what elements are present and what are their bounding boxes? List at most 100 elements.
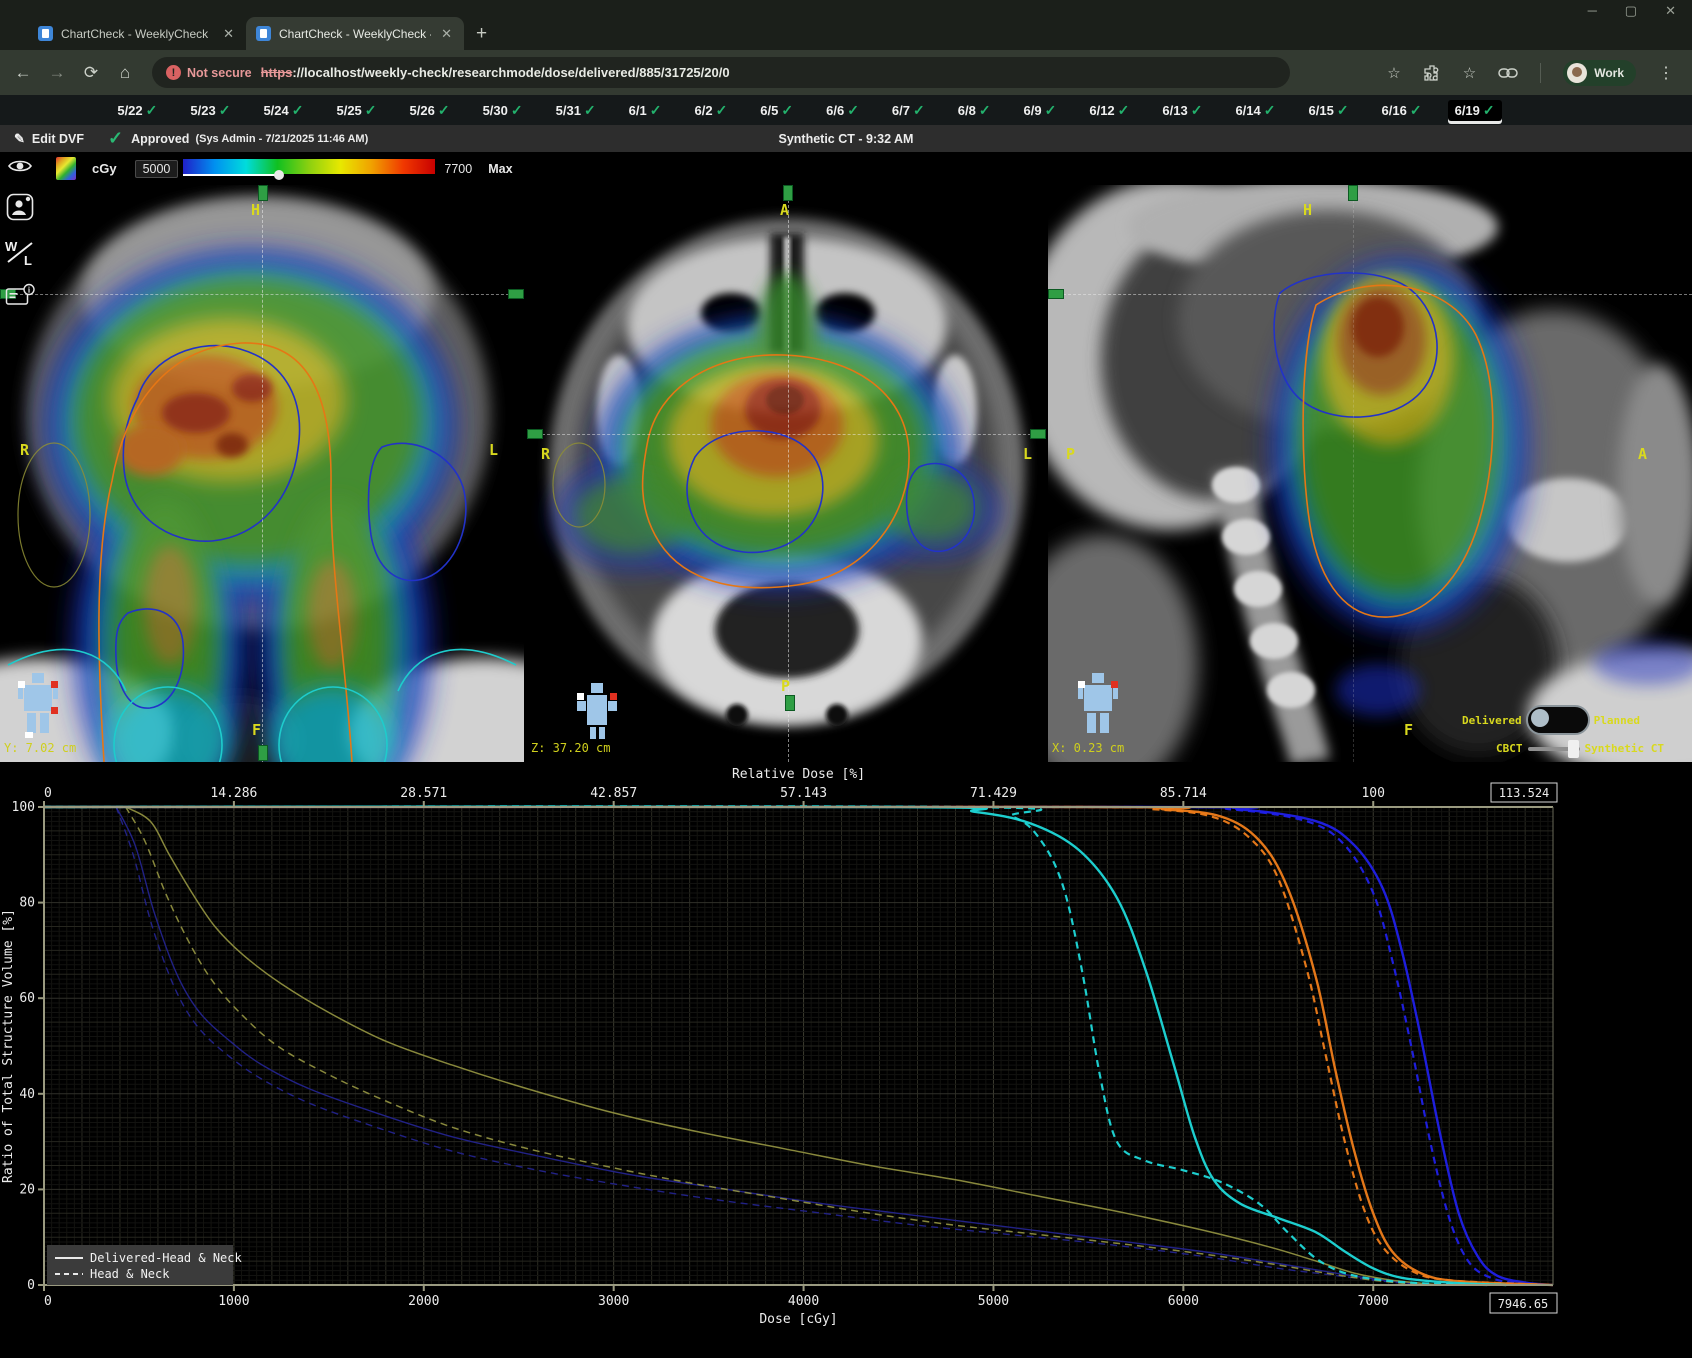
dose-gradient <box>183 159 435 174</box>
orientation-label-top: H <box>251 201 260 219</box>
edit-dvf-button[interactable]: ✎ Edit DVF <box>14 131 84 147</box>
date-tab-6/6[interactable]: 6/6✓ <box>819 100 866 121</box>
date-tab-6/16[interactable]: 6/16✓ <box>1375 100 1429 121</box>
screen: ChartCheck - WeeklyCheck ✕ ChartCheck - … <box>0 0 1692 1358</box>
date-check-icon: ✓ <box>979 102 991 119</box>
url-bar[interactable]: ! Not secure https://localhost/weekly-ch… <box>152 57 1290 88</box>
profile-chip[interactable]: Work <box>1563 60 1636 86</box>
tab-strip: ChartCheck - WeeklyCheck ✕ ChartCheck - … <box>28 17 487 50</box>
date-tab-6/1[interactable]: 6/1✓ <box>622 100 669 121</box>
svg-text:100: 100 <box>12 800 35 815</box>
sagittal-view[interactable]: H P A F X: 0.23 cm Delivered Planned CBC… <box>1048 185 1692 762</box>
slice-coordinate: X: 0.23 cm <box>1052 741 1124 755</box>
date-tab-6/14[interactable]: 6/14✓ <box>1228 100 1282 121</box>
slice-coordinate: Y: 7.02 cm <box>4 741 76 755</box>
date-tab-6/9[interactable]: 6/9✓ <box>1017 100 1064 121</box>
link-icon[interactable] <box>1498 67 1518 79</box>
slice-marker-left[interactable] <box>527 429 543 439</box>
slice-marker-right[interactable] <box>1030 429 1046 439</box>
slice-marker-top[interactable] <box>783 185 793 201</box>
favorites-star-icon[interactable]: ☆ <box>1463 64 1476 82</box>
svg-text:1000: 1000 <box>218 1294 249 1309</box>
date-check-icon: ✓ <box>365 102 377 119</box>
date-tab-6/5[interactable]: 6/5✓ <box>753 100 800 121</box>
close-icon[interactable]: ✕ <box>1665 3 1676 19</box>
extensions-puzzle-icon[interactable] <box>1423 64 1441 82</box>
slice-marker-bottom[interactable] <box>785 695 795 711</box>
date-tab-6/12[interactable]: 6/12✓ <box>1082 100 1136 121</box>
slider-handle[interactable] <box>1568 740 1579 758</box>
date-tab-6/2[interactable]: 6/2✓ <box>687 100 734 121</box>
svg-text:6000: 6000 <box>1168 1294 1199 1309</box>
back-icon[interactable]: ← <box>6 63 40 83</box>
forward-icon[interactable]: → <box>40 63 74 83</box>
coronal-view[interactable]: H R L F Y: 7.02 cm <box>0 185 524 762</box>
display-info-icon[interactable]: i <box>5 283 35 309</box>
kebab-menu-icon[interactable]: ⋮ <box>1658 63 1674 83</box>
date-label: 5/24 <box>263 103 288 118</box>
minimize-icon[interactable]: ─ <box>1588 3 1597 19</box>
tab-close-icon[interactable]: ✕ <box>221 26 236 42</box>
date-tab-5/30[interactable]: 5/30✓ <box>476 100 530 121</box>
approved-check-icon: ✓ <box>108 128 123 149</box>
slice-marker-top[interactable] <box>258 185 268 201</box>
browser-tab-2[interactable]: ChartCheck - WeeklyCheck - Sk ✕ <box>246 17 464 50</box>
dose-slider-knob[interactable] <box>274 170 284 180</box>
slice-marker-right[interactable] <box>508 289 524 299</box>
reload-icon[interactable]: ⟳ <box>74 63 108 83</box>
dose-source-controls: Delivered Planned CBCT Synthetic CT <box>1462 705 1664 755</box>
url-rest: ://localhost/weekly-check/researchmode/d… <box>292 65 729 80</box>
not-secure-badge[interactable]: ! Not secure <box>166 65 252 80</box>
dose-colorbar[interactable] <box>183 159 435 178</box>
svg-text:W: W <box>5 239 18 254</box>
date-tab-5/24[interactable]: 5/24 ✓ <box>256 100 310 121</box>
date-tab-5/31[interactable]: 5/31✓ <box>549 100 603 121</box>
maximize-icon[interactable]: ▢ <box>1625 3 1637 19</box>
date-check-icon: ✓ <box>438 102 450 119</box>
date-label: 6/13 <box>1162 103 1187 118</box>
date-tab-6/8[interactable]: 6/8✓ <box>951 100 998 121</box>
date-tab-6/7[interactable]: 6/7✓ <box>885 100 932 121</box>
date-tab-6/13[interactable]: 6/13✓ <box>1155 100 1209 121</box>
axial-view[interactable]: A R L P Z: 37.20 cm <box>527 185 1046 762</box>
orientation-label-right: A <box>1638 445 1647 463</box>
dose-slider-track <box>183 174 279 176</box>
date-check-icon: ✓ <box>847 102 859 119</box>
orientation-label-right: L <box>1023 445 1032 463</box>
slice-marker-left[interactable] <box>1048 289 1064 299</box>
slice-marker-top[interactable] <box>1348 185 1358 201</box>
visibility-eye-icon[interactable] <box>8 158 32 179</box>
home-icon[interactable]: ⌂ <box>108 63 142 83</box>
delivered-planned-toggle[interactable] <box>1526 705 1590 735</box>
date-label: 5/23 <box>190 103 215 118</box>
date-check-icon: ✓ <box>1337 102 1349 119</box>
date-tab-5/23[interactable]: 5/23✓ <box>183 100 237 121</box>
date-tab-6/15[interactable]: 6/15✓ <box>1302 100 1356 121</box>
window-level-icon[interactable]: W/L W L <box>4 238 36 266</box>
planned-label: Planned <box>1594 714 1640 727</box>
patient-figure-icon <box>18 673 58 739</box>
date-tab-5/25[interactable]: 5/25✓ <box>329 100 383 121</box>
orientation-label-left: R <box>541 445 550 463</box>
dvh-chart[interactable]: 014.28628.57142.85757.14371.42985.714100… <box>0 762 1692 1358</box>
cbct-synthetic-slider[interactable] <box>1528 747 1580 751</box>
browser-tab-1[interactable]: ChartCheck - WeeklyCheck ✕ <box>28 17 246 50</box>
orientation-label-bottom: F <box>252 721 261 739</box>
chartcheck-favicon-icon <box>38 26 53 41</box>
date-tab-5/22[interactable]: 5/22✓ <box>110 100 164 121</box>
date-tab-6/19[interactable]: 6/19✓ <box>1448 100 1502 121</box>
svg-text:4000: 4000 <box>788 1294 819 1309</box>
dose-min-input[interactable]: 5000 <box>135 160 179 178</box>
approve-row: Synthetic CT - 9:32 AM ✎ Edit DVF ✓ Appr… <box>0 125 1692 152</box>
patient-orientation-icon[interactable] <box>6 193 34 221</box>
toolbar-right: ☆ ☆ Work ⋮ <box>1387 60 1674 86</box>
svg-text:Dose [cGy]: Dose [cGy] <box>759 1312 837 1327</box>
slice-marker-bottom[interactable] <box>258 745 268 761</box>
bookmark-star-icon[interactable]: ☆ <box>1387 64 1400 82</box>
color-palette-icon[interactable] <box>56 157 76 180</box>
avatar <box>1567 63 1587 83</box>
new-tab-button[interactable]: + <box>476 23 487 50</box>
tab-close-icon[interactable]: ✕ <box>439 26 454 42</box>
date-check-icon: ✓ <box>292 102 304 119</box>
date-tab-5/26[interactable]: 5/26✓ <box>403 100 457 121</box>
